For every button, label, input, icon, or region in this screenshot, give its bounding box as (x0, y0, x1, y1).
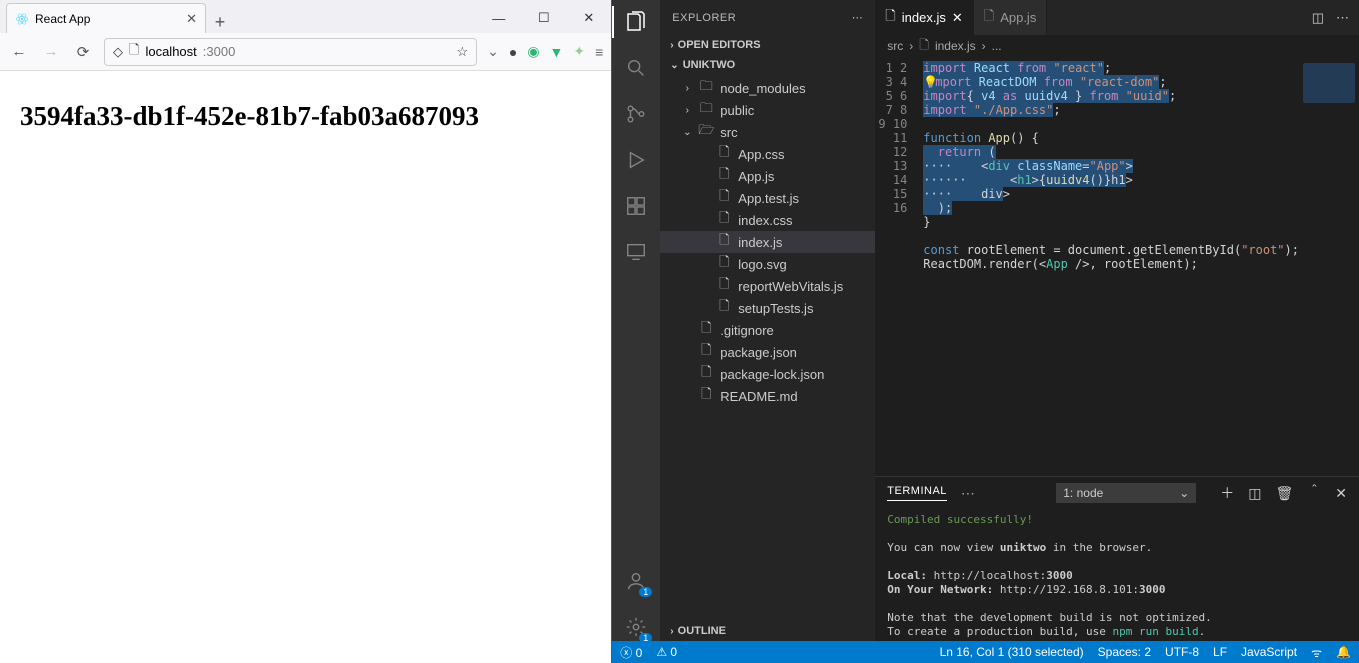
status-language[interactable]: JavaScript (1241, 645, 1297, 659)
file-app-js[interactable]: 🗋App.js (660, 165, 875, 187)
breadcrumb[interactable]: src› 🗋index.js› ... (875, 35, 1359, 57)
status-encoding[interactable]: UTF-8 (1165, 645, 1199, 659)
ext-icon-1[interactable]: ● (509, 44, 517, 60)
split-terminal-icon[interactable]: ◫ (1248, 485, 1261, 502)
open-editors-section[interactable]: ›OPEN EDITORS (660, 35, 875, 55)
run-debug-activity-icon[interactable] (622, 146, 650, 174)
file-tree: ›🗀node_modules ›🗀public ⌄🗁src 🗋App.css 🗋… (660, 75, 875, 413)
maximize-panel-icon[interactable]: ＾ (1307, 483, 1321, 503)
back-button[interactable]: ← (8, 41, 30, 63)
kill-terminal-icon[interactable]: 🗑 (1275, 485, 1293, 502)
file-readme[interactable]: 🗋README.md (660, 385, 875, 407)
editor-more-icon[interactable]: ⋯ (1336, 10, 1349, 26)
page-heading: 3594fa33-db1f-452e-81b7-fab03a687093 (20, 101, 591, 132)
react-icon (15, 12, 29, 26)
tab-title: React App (35, 12, 90, 26)
status-eol[interactable]: LF (1213, 645, 1227, 659)
status-bar: ⓧ 0 ⚠ 0 Ln 16, Col 1 (310 selected) Spac… (612, 641, 1359, 663)
url-host: localhost (145, 44, 196, 59)
reload-button[interactable]: ⟳ (72, 41, 94, 63)
browser-tab[interactable]: React App ✕ (6, 3, 206, 33)
explorer-more-icon[interactable]: ⋯ (852, 11, 864, 24)
status-bell-icon[interactable]: 🔔 (1336, 645, 1351, 659)
folder-node-modules[interactable]: ›🗀node_modules (660, 77, 875, 99)
outline-section[interactable]: ›OUTLINE (660, 621, 875, 641)
panel-more-icon[interactable]: ⋯ (961, 485, 975, 502)
minimize-icon[interactable]: — (476, 3, 521, 33)
browser-viewport: 3594fa33-db1f-452e-81b7-fab03a687093 (0, 71, 611, 663)
close-window-icon[interactable]: ✕ (566, 3, 611, 33)
file-logo-svg[interactable]: 🗋logo.svg (660, 253, 875, 275)
file-app-test-js[interactable]: 🗋App.test.js (660, 187, 875, 209)
status-spaces[interactable]: Spaces: 2 (1098, 645, 1151, 659)
terminal-output[interactable]: Compiled successfully! You can now view … (875, 509, 1359, 641)
editor-area: 🗋index.js✕ 🗋App.js ◫ ⋯ src› 🗋index.js› .… (875, 0, 1359, 641)
file-app-css[interactable]: 🗋App.css (660, 143, 875, 165)
editor-tab-app-js[interactable]: 🗋App.js (974, 0, 1048, 35)
explorer-activity-icon[interactable] (622, 8, 650, 36)
menu-icon[interactable]: ≡ (595, 44, 603, 60)
status-errors[interactable]: ⓧ 0 (620, 644, 642, 661)
file-index-css[interactable]: 🗋index.css (660, 209, 875, 231)
url-port: :3000 (203, 44, 236, 59)
ext-icon-4[interactable]: ✦ (573, 43, 585, 60)
accounts-activity-icon[interactable]: 1 (622, 567, 650, 595)
browser-toolbar: ← → ⟳ ◇ 🗋 localhost :3000 ☆ ⌄ ● ◉ ▼ ✦ ≡ (0, 33, 611, 71)
explorer-sidebar: EXPLORER ⋯ ›OPEN EDITORS ⌄UNIKTWO ›🗀node… (660, 0, 875, 641)
pocket-icon[interactable]: ⌄ (487, 43, 499, 60)
code-editor[interactable]: 1 2 3 4 5 6 7 8 9 10 11 12 13 14 15 16 i… (875, 57, 1359, 476)
close-tab-icon[interactable]: ✕ (186, 11, 197, 27)
file-gitignore[interactable]: 🗋.gitignore (660, 319, 875, 341)
chevron-down-icon: ⌄ (1179, 486, 1189, 500)
terminal-selector[interactable]: 1: node⌄ (1056, 483, 1196, 503)
settings-activity-icon[interactable]: 1 (622, 613, 650, 641)
project-section[interactable]: ⌄UNIKTWO (660, 55, 875, 75)
code-content[interactable]: import React from "react"; 💡mport ReactD… (915, 57, 1299, 476)
source-control-activity-icon[interactable] (622, 100, 650, 128)
search-activity-icon[interactable] (622, 54, 650, 82)
ext-icon-2[interactable]: ◉ (527, 43, 539, 60)
activity-bar: 1 1 (612, 0, 660, 641)
bookmark-icon[interactable]: ☆ (456, 44, 468, 60)
explorer-title: EXPLORER (672, 12, 736, 24)
editor-tab-bar: 🗋index.js✕ 🗋App.js ◫ ⋯ (875, 0, 1359, 35)
remote-activity-icon[interactable] (622, 238, 650, 266)
minimap[interactable] (1299, 57, 1359, 476)
file-report-web-vitals[interactable]: 🗋reportWebVitals.js (660, 275, 875, 297)
status-feedback-icon[interactable]: ᯤ (1311, 644, 1322, 661)
address-bar[interactable]: ◇ 🗋 localhost :3000 ☆ (104, 38, 477, 66)
split-editor-icon[interactable]: ◫ (1312, 10, 1324, 26)
file-setup-tests[interactable]: 🗋setupTests.js (660, 297, 875, 319)
lock-icon: 🗋 (129, 41, 139, 63)
browser-window: React App ✕ + — ☐ ✕ ← → ⟳ ◇ 🗋 localhost:… (0, 0, 612, 663)
shield-icon: ◇ (113, 44, 123, 60)
ext-icon-3[interactable]: ▼ (550, 44, 564, 60)
vscode-window: 1 1 EXPLORER ⋯ ›OPEN EDITORS ⌄UNIKTWO ›🗀… (612, 0, 1359, 663)
extensions-activity-icon[interactable] (622, 192, 650, 220)
editor-tab-index-js[interactable]: 🗋index.js✕ (875, 0, 973, 35)
file-package-json[interactable]: 🗋package.json (660, 341, 875, 363)
status-warnings[interactable]: ⚠ 0 (656, 645, 677, 659)
folder-public[interactable]: ›🗀public (660, 99, 875, 121)
forward-button[interactable]: → (40, 41, 62, 63)
file-package-lock-json[interactable]: 🗋package-lock.json (660, 363, 875, 385)
terminal-tab[interactable]: TERMINAL (887, 485, 947, 501)
maximize-icon[interactable]: ☐ (521, 3, 566, 33)
terminal-panel: TERMINAL ⋯ 1: node⌄ ＋ ◫ 🗑 ＾ ✕ Compiled s… (875, 476, 1359, 641)
folder-src[interactable]: ⌄🗁src (660, 121, 875, 143)
file-index-js[interactable]: 🗋index.js (660, 231, 875, 253)
browser-tab-strip: React App ✕ + — ☐ ✕ (0, 0, 611, 33)
new-terminal-icon[interactable]: ＋ (1220, 483, 1234, 503)
line-gutter: 1 2 3 4 5 6 7 8 9 10 11 12 13 14 15 16 (875, 57, 915, 476)
new-tab-button[interactable]: + (206, 12, 234, 33)
status-cursor-pos[interactable]: Ln 16, Col 1 (310 selected) (940, 645, 1084, 659)
close-tab-icon[interactable]: ✕ (952, 10, 963, 26)
close-panel-icon[interactable]: ✕ (1335, 485, 1347, 502)
